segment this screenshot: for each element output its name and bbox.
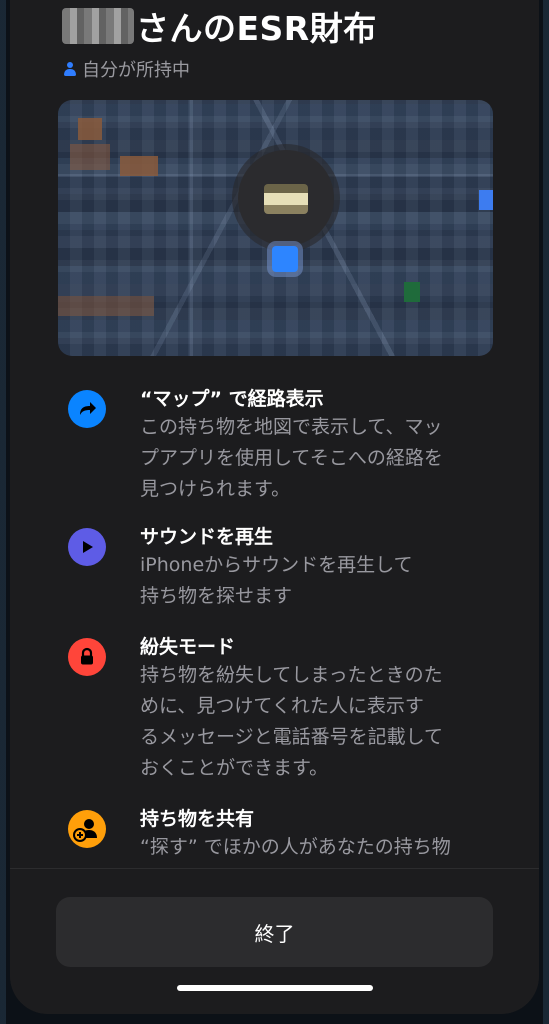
user-location-dot: [272, 246, 298, 272]
item-thumbnail: [264, 184, 308, 214]
map-building: [70, 144, 110, 170]
home-indicator: [177, 985, 373, 991]
possession-status: 自分が所持中: [64, 56, 190, 82]
feature-heading: 持ち物を共有: [140, 808, 255, 830]
feature-description: この持ち物を地図で表示して、マッ プアプリを使用してそこへの経路を 見つけられま…: [140, 416, 443, 500]
lock-icon: [68, 638, 106, 676]
possession-status-text: 自分が所持中: [82, 60, 190, 81]
person-icon: [64, 62, 76, 76]
title-row: さんのESR財布: [62, 2, 377, 50]
map-building: [120, 156, 158, 176]
item-location-pin[interactable]: [238, 150, 334, 246]
play-sound-icon: [68, 528, 106, 566]
redacted-owner-name: [62, 8, 134, 44]
item-location-map[interactable]: [58, 100, 493, 356]
item-detail-sheet: さんのESR財布 自分が所持中 “マップ” で経路表示 この持ち物を地図で表示し…: [10, 0, 539, 1014]
share-person-add-icon: [68, 810, 106, 848]
directions-icon: [68, 390, 106, 428]
map-park: [404, 282, 420, 302]
feature-heading: 紛失モード: [140, 636, 236, 658]
map-building: [58, 296, 154, 316]
done-button[interactable]: 終了: [56, 897, 493, 967]
feature-heading: “マップ” で経路表示: [140, 388, 324, 410]
map-marker: [479, 190, 493, 210]
screen: さんのESR財布 自分が所持中 “マップ” で経路表示 この持ち物を地図で表示し…: [0, 0, 549, 1024]
feature-heading: サウンドを再生: [140, 526, 274, 548]
page-title: さんのESR財布: [136, 9, 377, 48]
feature-description: 持ち物を紛失してしまったときのた めに、見つけてくれた人に表示す るメッセージと…: [140, 664, 444, 779]
feature-description: iPhoneからサウンドを再生して 持ち物を探せます: [140, 554, 413, 607]
map-building: [78, 118, 102, 140]
